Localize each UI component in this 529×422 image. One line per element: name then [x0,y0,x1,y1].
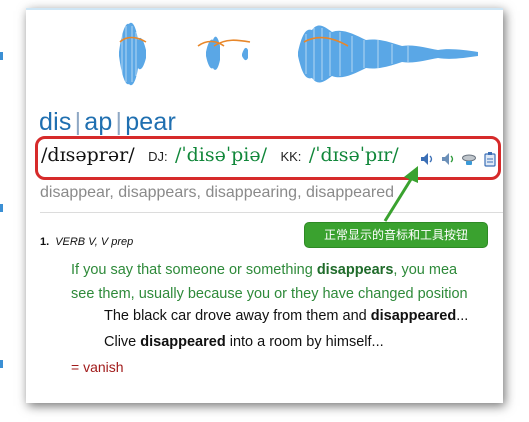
example-text: into a room by himself... [225,334,384,350]
example-text: The black car drove away from them and [104,308,371,324]
edge-marker [0,360,3,368]
top-border [26,8,503,10]
definition-keyword: disappears [316,262,394,278]
annotation-callout: 正常显示的音标和工具按钮 [304,222,488,248]
definition-text: , you mea [393,262,458,278]
kk-label: KK: [280,149,302,164]
definition-text: If you say that someone or something [71,262,317,278]
divider [40,212,503,213]
headword-part: ap [84,108,113,136]
synonym: = vanish [71,359,124,375]
definition-line: If you say that someone or something dis… [71,258,503,282]
phonetic-row: /dɪsəprər/ DJ: /ˈdisəˈpiə/ KK: /ˈdɪsəˈpɪ… [41,144,399,166]
syllable-separator: | [74,108,82,136]
pronunciation-toolbar [419,151,498,167]
example-sentence: The black car drove away from them and d… [104,308,468,324]
sense-header: 1. VERB V, V prep [40,236,133,248]
example-text: ... [456,308,469,324]
example-keyword: disappeared [140,334,226,350]
dj-label: DJ: [148,149,168,164]
example-keyword: disappeared [370,308,457,324]
edge-marker [0,52,3,60]
headword-part: dis [39,108,72,136]
speech-recognition-icon[interactable] [461,151,477,167]
definition: If you say that someone or something dis… [71,258,503,306]
edge-marker [0,204,3,212]
primary-phonetic: /dɪsəprər/ [41,144,135,166]
sense-number: 1. [40,236,50,248]
grammar-label: VERB V, V prep [55,236,134,248]
example-sentence: Clive disappeared into a room by himself… [104,334,384,350]
headword-part: pear [125,108,177,136]
copy-icon[interactable] [482,151,498,167]
definition-line: see them, usually because you or they ha… [71,286,468,302]
syllable-separator: | [115,108,123,136]
dj-phonetic: /ˈdisəˈpiə/ [175,144,267,166]
word-forms: disappear, disappears, disappearing, dis… [40,184,395,201]
audio-waveform [119,22,478,86]
kk-phonetic: /ˈdɪsəˈpɪr/ [308,144,399,166]
speaker-icon[interactable] [440,151,456,167]
headword: dis | ap | pear [39,108,176,137]
speaker-icon[interactable] [419,151,435,167]
example-text: Clive [104,334,141,350]
dictionary-screenshot: dis | ap | pear /dɪsəprər/ DJ: /ˈdisəˈpiə/ K… [26,8,503,403]
